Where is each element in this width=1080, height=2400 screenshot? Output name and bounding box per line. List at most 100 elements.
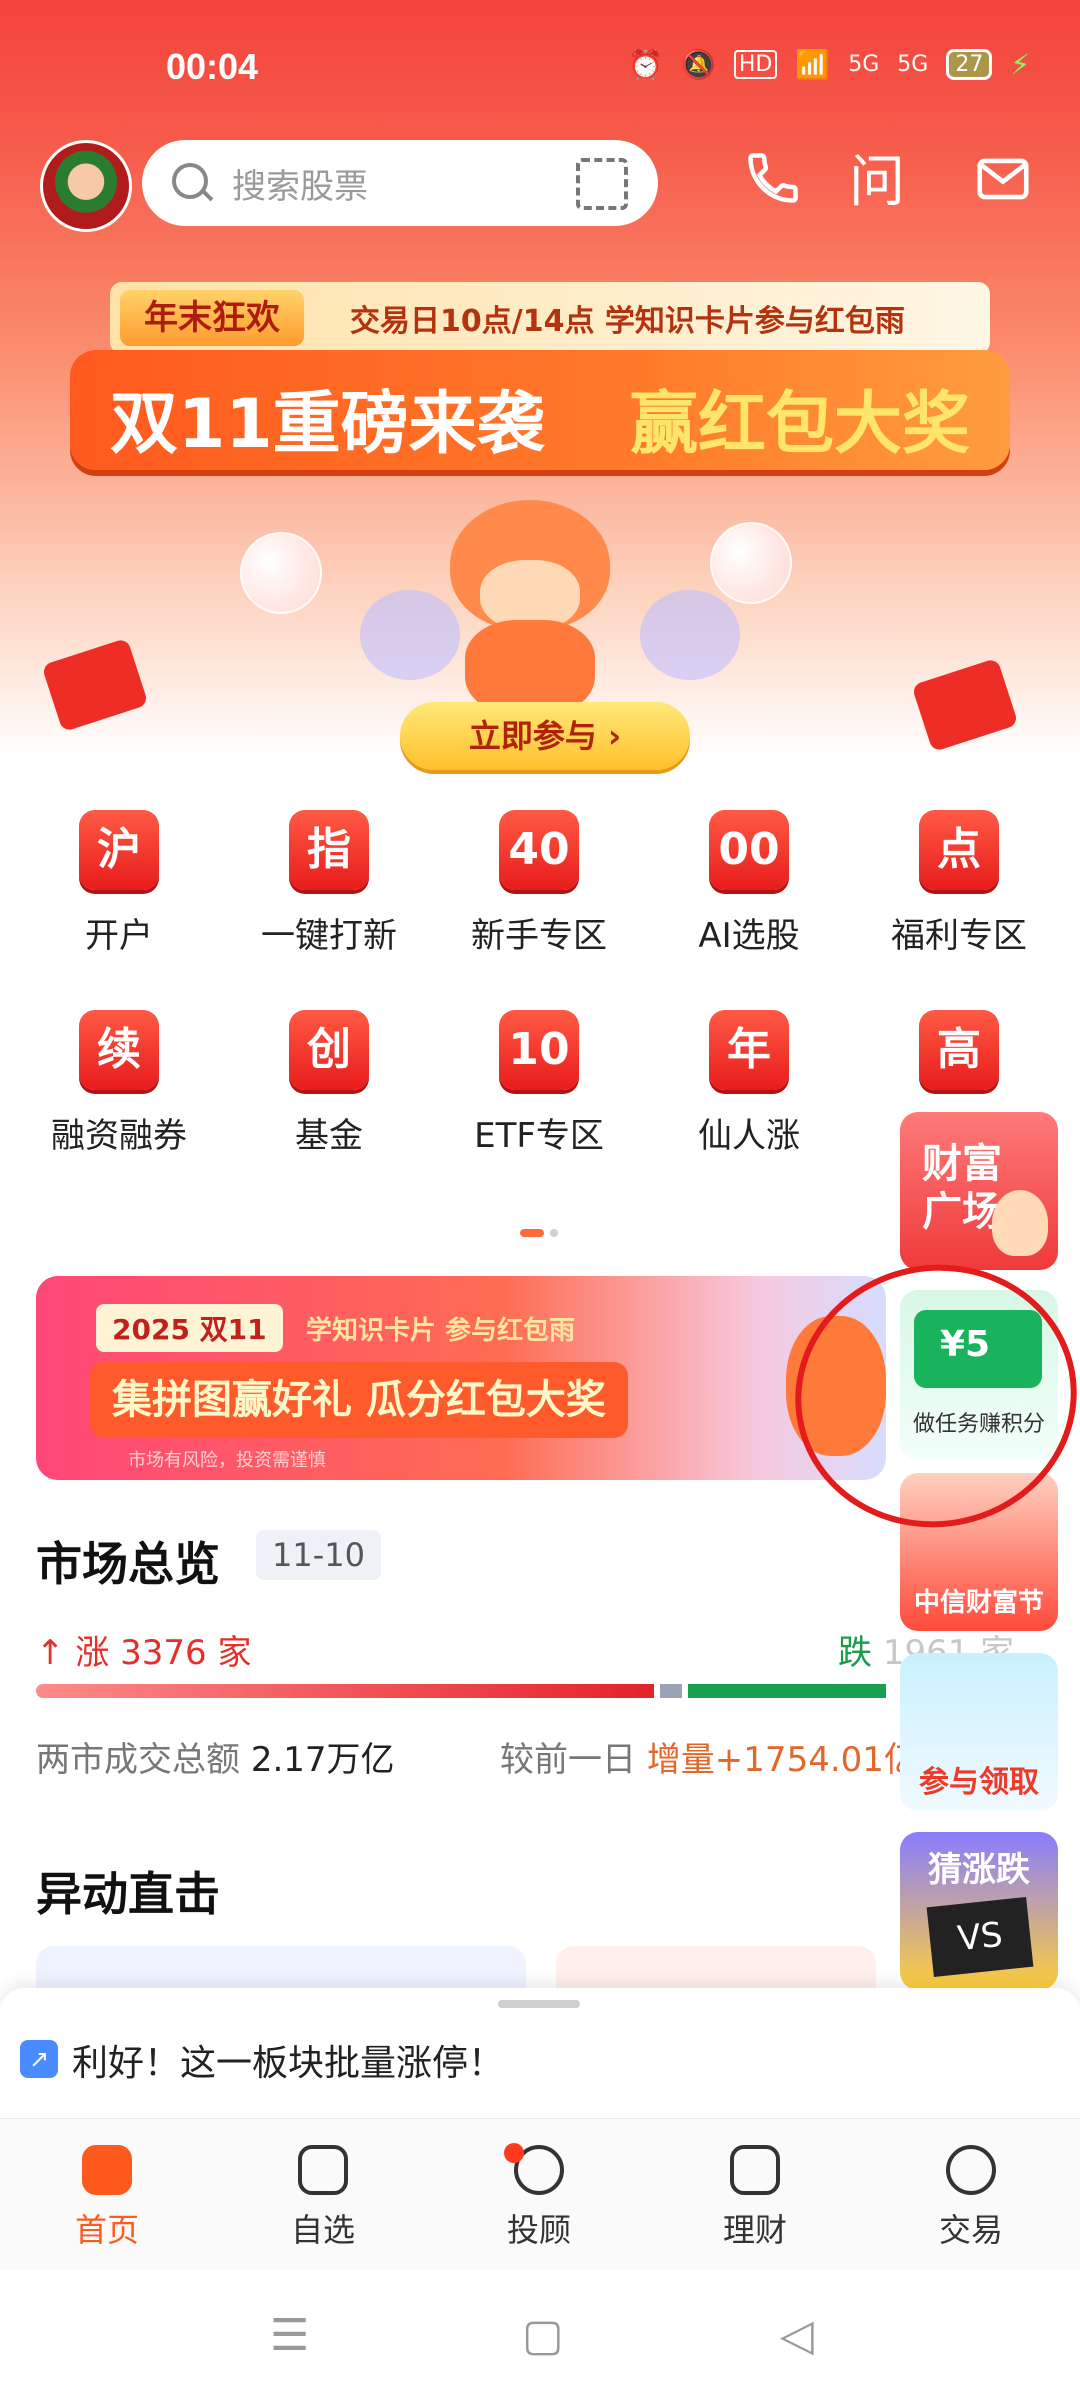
home-icon — [82, 2145, 132, 2195]
menu-label: 基金 — [295, 1116, 363, 1156]
rise-count: ↑ 涨 3376 家 — [36, 1625, 251, 1674]
rise-label: 涨 3376 家 — [75, 1633, 252, 1673]
red-packet-decoration — [911, 657, 1019, 753]
menu-item-funds[interactable]: 创 基金 — [224, 1010, 434, 1157]
system-nav-bar: ☰ ▢ ◁ — [0, 2270, 1080, 2400]
status-time: 00:04 — [166, 46, 259, 87]
watchlist-icon — [298, 2145, 348, 2195]
risk-notice: 市场有风险，投资需谨慎 — [128, 1450, 326, 1471]
join-button-label: 立即参与 — [468, 717, 597, 755]
notification-dot — [504, 2143, 524, 2163]
rise-fall-bar — [36, 1684, 886, 1698]
menu-icon: 高 — [919, 1010, 999, 1090]
search-bar[interactable]: 搜索股票 — [142, 140, 658, 226]
menu-label: 福利专区 — [891, 916, 1027, 956]
tab-label: 投顾 — [506, 2211, 571, 2249]
menu-label: 开户 — [85, 916, 153, 956]
menu-icon: 沪 — [79, 810, 159, 890]
status-bar: 00:04 ⏰ 🔕 HD 📶 5G 5G 27 ⚡ — [0, 40, 1080, 100]
menu-icon[interactable]: ☰ — [270, 2310, 309, 2361]
hero-banner[interactable]: 年末狂欢 交易日10点/14点 学知识卡片参与红包雨 双11重磅来袭 赢红包大奖… — [40, 270, 1040, 770]
tab-wealth[interactable]: 理财 — [680, 2145, 830, 2251]
search-icon — [170, 161, 214, 205]
guess-title: 猜涨跌 — [928, 1850, 1030, 1890]
tab-home[interactable]: 首页 — [32, 2145, 182, 2251]
hd-icon: HD — [733, 50, 778, 79]
market-date: 11-10 — [256, 1530, 381, 1580]
menu-label: 仙人涨 — [698, 1116, 800, 1156]
menu-item-open-account[interactable]: 沪 开户 — [14, 810, 224, 957]
menu-icon: 00 — [709, 810, 789, 890]
compare-label: 较前一日 — [500, 1740, 636, 1780]
menu-item-benefits[interactable]: 点 福利专区 — [854, 810, 1064, 957]
promo-banner[interactable]: 2025 双11 学知识卡片 参与红包雨 集拼图赢好礼 瓜分红包大奖 市场有风险… — [36, 1276, 886, 1480]
menu-item-etf[interactable]: 10 ETF专区 — [434, 1010, 644, 1157]
menu-item-newbie[interactable]: 40 新手专区 — [434, 810, 644, 957]
menu-item-ai-picker[interactable]: 00 AI选股 — [644, 810, 854, 957]
menu-label: AI选股 — [698, 916, 800, 956]
tab-label: 自选 — [290, 2211, 355, 2249]
menu-item-high[interactable]: 高 — [854, 1010, 1064, 1108]
compare: 较前一日 增量+1754.01亿 — [500, 1732, 918, 1781]
promo-subtitle: 学知识卡片 参与红包雨 — [306, 1316, 576, 1346]
menu-icon: 续 — [79, 1010, 159, 1090]
avatar[interactable] — [40, 140, 132, 232]
tab-advisor[interactable]: 投顾 — [464, 2143, 614, 2251]
wifi-icon: 📶 — [795, 48, 831, 81]
fortune-plaza-widget[interactable]: 财富广场 — [900, 1112, 1058, 1270]
guess-vs: VS — [926, 1896, 1034, 1978]
status-icons: ⏰ 🔕 HD 📶 5G 5G 27 ⚡ — [628, 48, 1030, 81]
tab-label: 理财 — [722, 2211, 787, 2249]
tab-label: 交易 — [938, 2211, 1003, 2249]
menu-item-margin[interactable]: 续 融资融券 — [14, 1010, 224, 1157]
back-icon[interactable]: ◁ — [780, 2310, 814, 2361]
alarm-icon: ⏰ — [628, 48, 663, 81]
banner-headline: 双11重磅来袭 赢红包大奖 — [70, 350, 1010, 470]
banner-tag-text: 交易日10点/14点 学知识卡片参与红包雨 — [350, 304, 905, 339]
tab-trade[interactable]: 交易 — [896, 2145, 1046, 2251]
news-sheet[interactable]: ↗ 利好！这一板块批量涨停！ — [0, 1988, 1080, 2118]
banner-tagbar: 年末狂欢 交易日10点/14点 学知识卡片参与红包雨 — [110, 282, 990, 354]
phone-icon[interactable] — [738, 148, 808, 218]
banner-headline-1: 双11重磅来袭 — [110, 385, 545, 464]
page-indicator — [520, 1222, 564, 1241]
banner-tag: 年末狂欢 — [120, 290, 304, 346]
menu-icon: 创 — [289, 1010, 369, 1090]
market-title: 市场总览 — [36, 1537, 220, 1591]
guess-updown-widget[interactable]: 猜涨跌 VS — [900, 1832, 1058, 1990]
turnover-value: 2.17万亿 — [250, 1740, 395, 1780]
signal-icon-2: 5G — [897, 52, 929, 77]
claim-label: 参与领取 — [919, 1765, 1039, 1800]
citic-label: 中信财富节 — [913, 1588, 1044, 1618]
movers-title: 异动直击 — [36, 1867, 220, 1921]
tab-label: 首页 — [74, 2211, 139, 2249]
banner-headline-2: 赢红包大奖 — [630, 385, 971, 464]
hand-icon — [992, 1190, 1048, 1256]
drag-handle[interactable] — [498, 2000, 580, 2008]
claim-widget[interactable]: 参与领取 — [900, 1653, 1058, 1811]
promo-title: 集拼图赢好礼 瓜分红包大奖 — [90, 1362, 628, 1438]
mute-icon: 🔕 — [681, 48, 716, 81]
battery-icon: 27 — [946, 49, 993, 80]
mail-icon[interactable] — [968, 148, 1038, 218]
home-square-icon[interactable]: ▢ — [522, 2310, 564, 2361]
promo-year: 2025 双11 — [96, 1304, 283, 1352]
menu-label: ETF专区 — [474, 1116, 604, 1156]
menu-icon: 40 — [499, 810, 579, 890]
menu-item-xianrenzhang[interactable]: 年 仙人涨 — [644, 1010, 854, 1157]
arrow-up-icon: ↑ — [36, 1633, 65, 1673]
trade-icon — [946, 2145, 996, 2195]
trend-icon: ↗ — [20, 2040, 58, 2078]
join-button[interactable]: 立即参与 › — [400, 702, 690, 770]
news-text: 利好！这一板块批量涨停！ — [72, 2043, 505, 2084]
ask-icon[interactable]: 问 — [842, 148, 912, 218]
turnover-label: 两市成交总额 — [36, 1740, 240, 1780]
menu-item-ipo[interactable]: 指 一键打新 — [224, 810, 434, 957]
mascot-cow — [420, 490, 640, 720]
user-icon — [504, 2143, 564, 2195]
menu-icon: 10 — [499, 1010, 579, 1090]
scan-icon[interactable] — [576, 158, 628, 210]
menu-icon: 指 — [289, 810, 369, 890]
tab-watchlist[interactable]: 自选 — [248, 2145, 398, 2251]
menu-label: 融资融券 — [51, 1116, 187, 1156]
